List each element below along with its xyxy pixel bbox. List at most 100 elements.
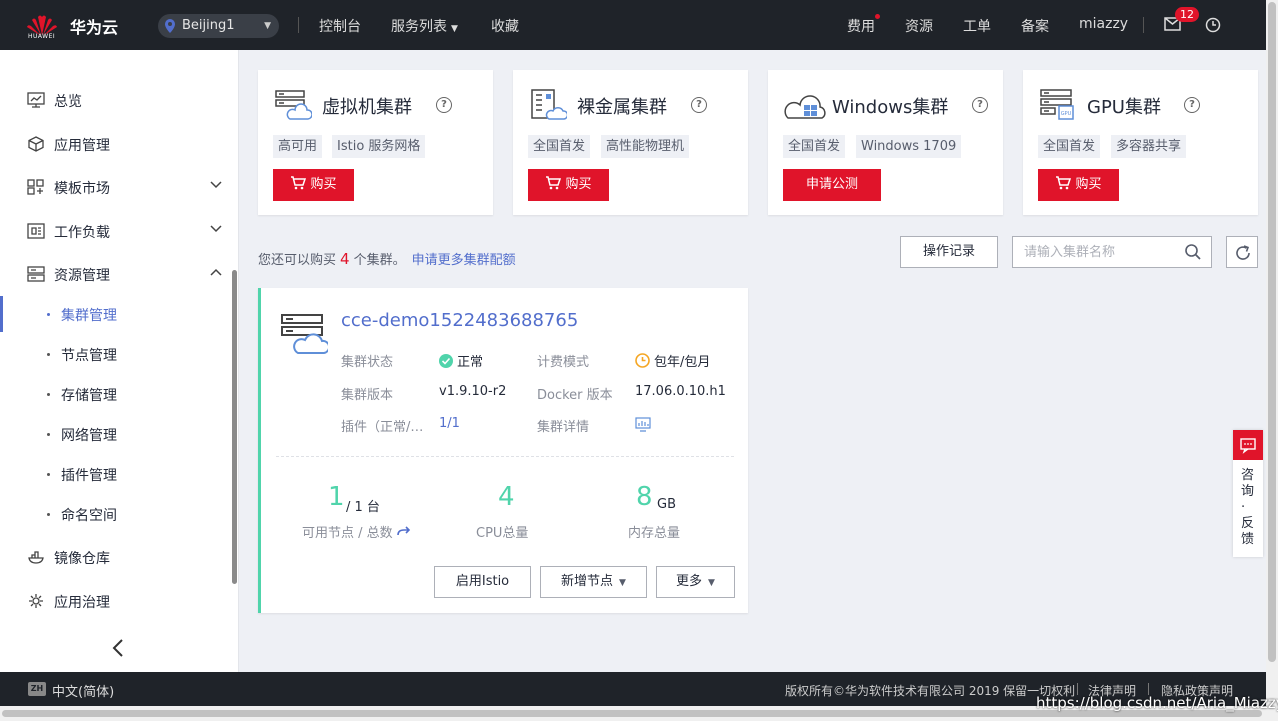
feedback-label: 咨询·反馈	[1241, 468, 1255, 547]
docker-value: 17.06.0.10.h1	[635, 384, 726, 399]
clock-icon	[635, 353, 650, 368]
feature-tag: 全国首发	[783, 135, 846, 158]
chevron-up-icon	[210, 268, 222, 276]
version-label: 集群版本	[341, 388, 394, 403]
sidebar-item-governance[interactable]: 应用治理	[0, 583, 239, 619]
card-title: GPU集群	[1087, 97, 1161, 118]
sidebar-subitem-plugins[interactable]: 插件管理	[0, 456, 234, 492]
feature-tag: 全国首发	[1038, 135, 1101, 158]
version-value: v1.9.10-r2	[439, 384, 507, 399]
feature-tag: Istio 服务网格	[332, 135, 426, 158]
nav-filing[interactable]: 备案	[1021, 16, 1049, 36]
add-node-button[interactable]: 新增节点 ▼	[540, 566, 647, 598]
cluster-search-input[interactable]	[1012, 236, 1212, 268]
sidebar-subitem-clusters[interactable]: 集群管理	[0, 296, 234, 332]
sidebar-item-overview[interactable]: 总览	[0, 82, 239, 118]
sidebar-subitem-label: 集群管理	[61, 308, 117, 324]
card-bare-metal-cluster: 裸金属集群 ? 全国首发 高性能物理机 购买	[513, 70, 748, 215]
watermark-text: https://blog.csdn.net/Aria_Miazzy	[1036, 694, 1278, 712]
help-icon[interactable]: ?	[972, 97, 988, 113]
nav-service-list[interactable]: 服务列表 ▼	[391, 16, 458, 36]
nav-console[interactable]: 控制台	[319, 16, 361, 36]
help-icon[interactable]: ?	[436, 97, 452, 113]
enable-istio-button[interactable]: 启用Istio	[434, 566, 531, 598]
sidebar-item-label: 总览	[54, 94, 82, 110]
buy-bare-metal-cluster-button[interactable]: 购买	[528, 169, 609, 201]
search-icon[interactable]	[1184, 243, 1202, 261]
sidebar-item-image-repo[interactable]: 镜像仓库	[0, 539, 239, 575]
sidebar-subitem-label: 插件管理	[61, 468, 117, 484]
bullet	[47, 353, 50, 356]
sidebar-subitem-namespaces[interactable]: 命名空间	[0, 496, 234, 532]
nav-favorites[interactable]: 收藏	[491, 16, 519, 36]
more-button[interactable]: 更多 ▼	[656, 566, 735, 598]
refresh-button[interactable]	[1226, 236, 1258, 268]
region-selector[interactable]: Beijing1 ▼	[158, 14, 279, 38]
language-selector[interactable]: 中文(简体)	[52, 681, 114, 700]
buy-vm-cluster-button[interactable]: 购买	[273, 169, 354, 201]
apply-beta-button[interactable]: 申请公测	[783, 169, 881, 201]
bare-metal-cluster-icon	[531, 89, 567, 120]
quota-text: 您还可以购买 4 个集群。 申请更多集群配额	[258, 249, 516, 268]
sidebar-item-apps[interactable]: 应用管理	[0, 126, 239, 162]
quota-suffix: 个集群。	[353, 253, 406, 268]
nav-resources[interactable]: 资源	[905, 16, 933, 36]
feature-tag: Windows 1709	[856, 135, 962, 158]
top-navigation-bar: HUAWEI 华为云 Beijing1 ▼ 控制台 服务列表 ▼ 收藏 费用 资源…	[0, 0, 1278, 50]
card-vm-cluster: 虚拟机集群 ? 高可用 Istio 服务网格 购买	[258, 70, 493, 215]
help-icon[interactable]: ?	[691, 97, 707, 113]
status-text: 正常	[457, 355, 484, 370]
user-menu[interactable]: miazzy	[1079, 16, 1128, 32]
plugin-value-link[interactable]: 1/1	[439, 416, 460, 431]
chevron-down-icon	[210, 225, 222, 233]
sidebar-item-templates[interactable]: 模板市场	[0, 169, 239, 205]
memory-unit: GB	[657, 497, 676, 512]
nav-tickets[interactable]: 工单	[963, 16, 991, 36]
feature-tag: 多容器共享	[1111, 135, 1187, 158]
operation-records-button[interactable]: 操作记录	[900, 236, 998, 268]
nodes-label[interactable]: 可用节点 / 总数	[302, 522, 411, 541]
sidebar-subitem-label: 节点管理	[61, 348, 117, 364]
grid-icon	[27, 179, 44, 195]
cluster-name-link[interactable]: cce-demo1522483688765	[341, 310, 578, 331]
cluster-icon	[281, 314, 328, 354]
clock-icon[interactable]	[1205, 17, 1221, 33]
total-nodes-value: / 1 台	[346, 500, 380, 515]
refresh-icon	[1236, 245, 1250, 260]
collapse-sidebar-icon[interactable]	[110, 638, 126, 658]
copyright-text: 版权所有©华为软件技术有限公司 2019 保留一切权利	[785, 684, 1076, 698]
buy-gpu-cluster-button[interactable]: 购买	[1038, 169, 1119, 201]
add-node-label: 新增节点	[561, 574, 614, 589]
nodes-label-text: 可用节点 / 总数	[302, 526, 393, 541]
billing-value: 包年/包月	[635, 351, 710, 370]
svg-text:GPU: GPU	[1061, 111, 1072, 117]
bullet	[47, 393, 50, 396]
billing-text: 包年/包月	[654, 355, 711, 370]
page-vertical-scrollbar[interactable]	[1266, 0, 1278, 706]
sidebar-subitem-label: 命名空间	[61, 508, 117, 524]
consult-feedback-widget[interactable]: 咨询·反馈	[1233, 430, 1263, 557]
scrollbar-thumb[interactable]	[1268, 2, 1276, 662]
sidebar-item-resources[interactable]: 资源管理	[0, 256, 239, 292]
help-icon[interactable]: ?	[1184, 97, 1200, 113]
sidebar-subitem-nodes[interactable]: 节点管理	[0, 336, 234, 372]
sidebar-scrollbar[interactable]	[232, 270, 237, 584]
windows-cluster-icon	[784, 95, 826, 119]
chevron-down-icon	[210, 181, 222, 189]
plugin-label: 插件（正常/…	[341, 420, 424, 435]
cpu-total-value: 4	[498, 482, 515, 512]
server-icon	[27, 266, 45, 282]
sidebar-subitem-network[interactable]: 网络管理	[0, 416, 234, 452]
request-quota-link[interactable]: 申请更多集群配额	[412, 253, 516, 268]
sidebar-item-label: 资源管理	[54, 268, 110, 284]
docker-label: Docker 版本	[537, 388, 613, 403]
memory-total-value: 8	[636, 482, 653, 512]
nav-billing[interactable]: 费用	[847, 14, 880, 36]
chevron-down-icon: ▼	[264, 21, 271, 31]
status-value: 正常	[439, 351, 483, 370]
brand-name[interactable]: 华为云	[70, 14, 118, 38]
sidebar-subitem-storage[interactable]: 存储管理	[0, 376, 234, 412]
monitor-chart-icon[interactable]	[635, 417, 651, 432]
card-title: Windows集群	[832, 97, 949, 118]
sidebar-item-workloads[interactable]: 工作负载	[0, 213, 239, 249]
